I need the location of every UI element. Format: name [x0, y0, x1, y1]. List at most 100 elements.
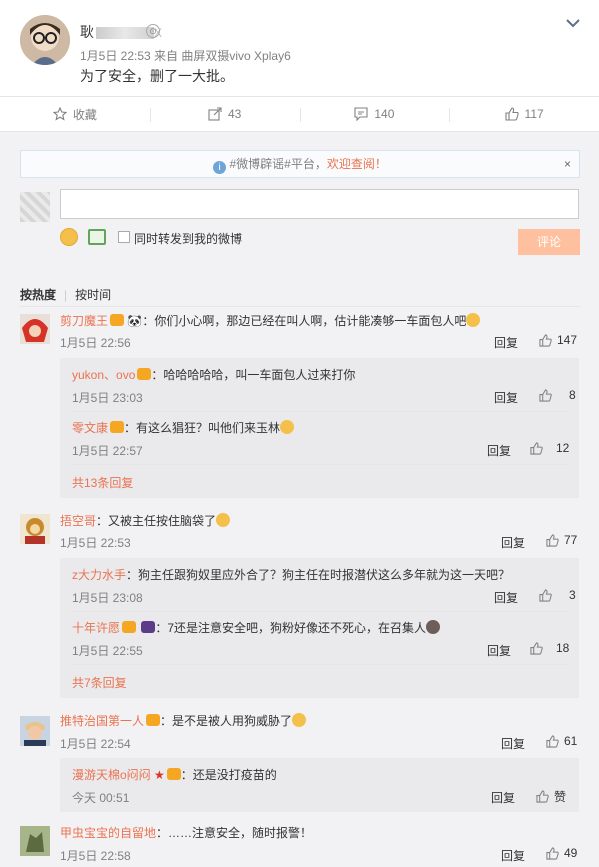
author-avatar[interactable]	[20, 15, 70, 65]
vip-badge-icon	[137, 368, 152, 380]
reply-time: 1月5日 23:03	[72, 391, 143, 405]
reply-button[interactable]: 回复	[494, 589, 518, 606]
thumbs-up-icon	[539, 588, 552, 602]
reply-text: z大力水手：狗主任跟狗奴里应外合了？狗主任在时报潜伏这么多年就为这一天吧？	[72, 568, 511, 582]
reply-button[interactable]: 回复	[491, 789, 515, 806]
comment-time: 1月5日 22:54	[60, 737, 131, 751]
sort-tabs: 按热度 | 按时间	[20, 288, 112, 302]
comment-time: 1月5日 22:53	[60, 536, 131, 550]
more-replies-link[interactable]: 共7条回复	[72, 674, 127, 691]
vip-badge-icon	[166, 768, 181, 780]
more-replies-link[interactable]: 共13条回复	[72, 474, 133, 491]
reply-author[interactable]: yukon、ovo	[72, 368, 135, 382]
post-text: 为了安全，删了一大批。	[80, 68, 234, 84]
comment-button[interactable]: 140	[299, 97, 450, 131]
comment-count: 140	[374, 107, 395, 121]
action-bar: 收藏 43 140 117	[0, 96, 599, 132]
reply-author[interactable]: 漫游天棉o闷闷	[72, 768, 151, 782]
reply-text: yukon、ovo ：哈哈哈哈哈，叫一车面包人过来打你	[72, 368, 356, 382]
comment-avatar[interactable]	[20, 826, 50, 856]
comment-like-button[interactable]: 147	[539, 333, 577, 347]
comment-icon	[354, 107, 368, 121]
reply-like-button[interactable]: 12	[530, 441, 569, 455]
notice-text[interactable]: #微博辟谣#平台，	[229, 157, 326, 171]
thumbs-up-icon	[530, 641, 543, 655]
reply-button[interactable]: 回复	[487, 642, 511, 659]
reply-time: 1月5日 22:57	[72, 444, 143, 458]
comment-like-button[interactable]: 61	[546, 734, 577, 748]
share-icon	[208, 107, 222, 121]
forward-checkbox[interactable]	[118, 231, 130, 243]
chevron-down-icon[interactable]	[564, 14, 582, 32]
comment-text: 捂空哥：又被主任按住脑袋了	[60, 512, 231, 529]
image-icon[interactable]	[88, 229, 106, 245]
favorite-label: 收藏	[72, 107, 97, 122]
reply-button[interactable]: 回复	[501, 534, 525, 551]
vip-badge-icon	[110, 421, 125, 433]
comment-avatar[interactable]	[20, 314, 50, 344]
thumbs-up-icon	[546, 734, 559, 748]
comment-text: 甲虫宝宝的自留地：……注意安全，随时报警！	[60, 826, 313, 840]
share-count: 43	[227, 107, 242, 121]
comment-text: 剪刀魔王 🐼：你们小心啊，那边已经在叫人啊，估计能凑够一车面包人吧	[60, 312, 481, 329]
reply-time: 1月5日 22:55	[72, 644, 143, 658]
reply-author[interactable]: z大力水手	[72, 568, 126, 582]
vip-badge-icon	[122, 621, 137, 633]
reply-button[interactable]: 回复	[501, 735, 525, 752]
post-header: 耿X ⊙ 1月5日 22:53 来自 曲屏双摄vivo Xplay6 为了安全，…	[0, 0, 599, 96]
comment-text: 推特治国第一人 ：是不是被人用狗威胁了	[60, 712, 307, 729]
star-badge-icon: ★	[154, 768, 165, 782]
dog-emoji-icon	[426, 620, 441, 634]
reply-author[interactable]: 十年许愿	[72, 621, 120, 635]
reply-like-button[interactable]: 18	[530, 641, 569, 655]
comment-like-button[interactable]: 49	[546, 846, 577, 860]
star-icon	[52, 107, 67, 121]
forward-checkbox-label: 同时转发到我的微博	[134, 232, 243, 246]
reply-like-button[interactable]: 3	[539, 588, 576, 602]
comment-like-button[interactable]: 77	[546, 533, 577, 547]
laugh-emoji-icon	[280, 420, 295, 434]
reply-time: 1月5日 23:08	[72, 591, 143, 605]
cat-emoji-icon	[292, 713, 307, 727]
divider	[72, 464, 569, 465]
comment-time: 1月5日 22:56	[60, 336, 131, 350]
comment-author[interactable]: 推特治国第一人	[60, 714, 144, 728]
comment-author[interactable]: 甲虫宝宝的自留地	[60, 826, 156, 840]
comment-area: i #微博辟谣#平台，欢迎查阅！ × 同时转发到我的微博 评论 按热度 | 按时间 …	[0, 132, 599, 867]
reply-like-button[interactable]: 8	[539, 388, 576, 402]
emoji-icon[interactable]	[60, 228, 78, 246]
reply-author[interactable]: 零文康	[72, 421, 108, 435]
comment-author[interactable]: 捂空哥	[60, 514, 96, 528]
reply-button[interactable]: 回复	[494, 334, 518, 351]
reply-text: 漫游天棉o闷闷 ★ ：还是没打疫苗的	[72, 768, 277, 782]
my-avatar	[20, 192, 50, 222]
divider	[72, 664, 569, 665]
share-button[interactable]: 43	[149, 97, 300, 131]
vip-badge-icon	[146, 714, 161, 726]
vip-badge-icon	[110, 314, 125, 326]
thumbs-up-icon	[546, 846, 559, 860]
comment-input[interactable]	[60, 189, 579, 219]
reply-like-button[interactable]: 赞	[536, 788, 566, 805]
submit-comment-button[interactable]: 评论	[518, 229, 580, 255]
laugh-emoji-icon	[216, 513, 231, 527]
sort-by-time[interactable]: 按时间	[75, 288, 111, 302]
comment-avatar[interactable]	[20, 514, 50, 544]
notice-link[interactable]: 欢迎查阅！	[327, 157, 387, 171]
panda-icon: 🐼	[127, 314, 143, 328]
favorite-button[interactable]: 收藏	[0, 97, 150, 131]
divider	[20, 306, 580, 307]
comment-time: 1月5日 22:58	[60, 849, 131, 863]
reply-button[interactable]: 回复	[494, 389, 518, 406]
reply-button[interactable]: 回复	[501, 847, 525, 864]
comment-author[interactable]: 剪刀魔王	[60, 314, 108, 328]
like-button[interactable]: 117	[449, 97, 599, 131]
close-icon[interactable]: ×	[564, 151, 571, 177]
reply-button[interactable]: 回复	[487, 442, 511, 459]
comment-avatar[interactable]	[20, 716, 50, 746]
like-count: 117	[524, 107, 544, 121]
thumbs-up-icon	[546, 533, 559, 547]
reply-text: 十年许愿 ：7还是注意安全吧，狗粉好像还不死心，在召集人	[72, 619, 441, 636]
sort-by-hot[interactable]: 按热度	[20, 288, 56, 302]
divider	[72, 611, 569, 612]
